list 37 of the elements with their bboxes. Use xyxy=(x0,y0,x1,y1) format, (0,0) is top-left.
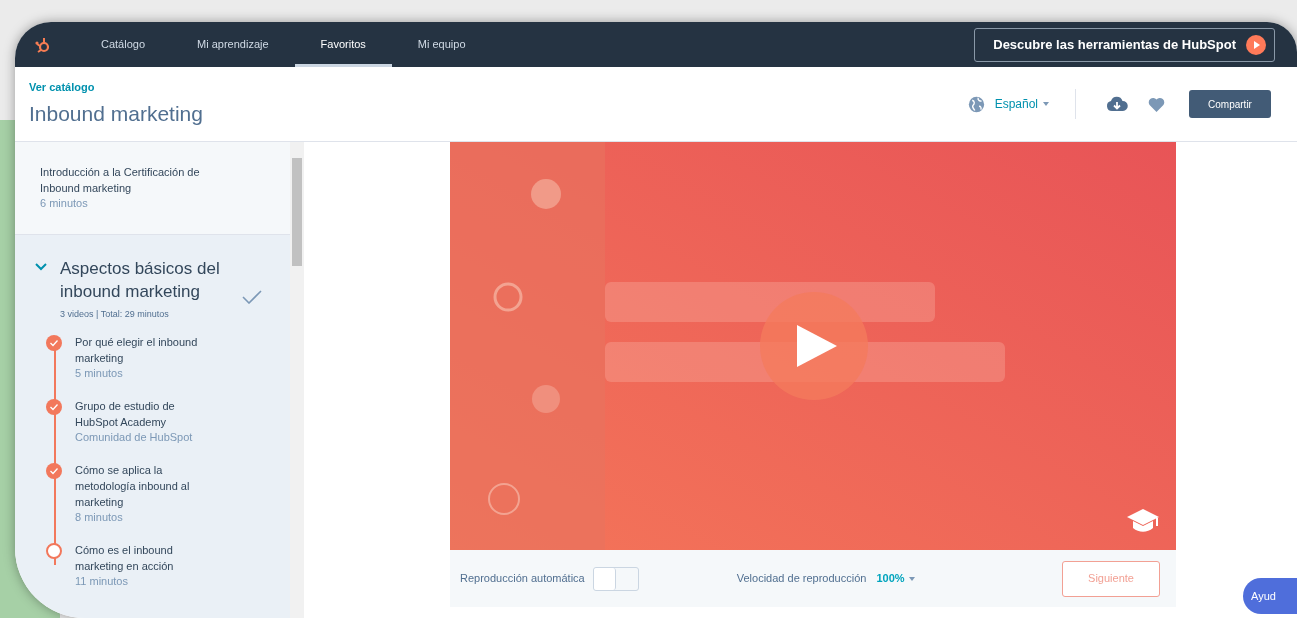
play-icon xyxy=(797,325,837,367)
lesson-duration: 6 minutos xyxy=(40,196,89,211)
section-title[interactable]: Aspectos básicos del inbound marketing xyxy=(60,257,240,303)
breadcrumb-link[interactable]: Ver catálogo xyxy=(29,79,203,96)
lesson-title: Introducción a la Certificación de Inbound marketing xyxy=(40,165,201,196)
lesson-title[interactable]: Cómo se aplica la metodología inbound al marketing xyxy=(75,461,217,510)
lesson-title[interactable]: Por qué elegir el inbound marketing xyxy=(75,333,217,366)
globe-icon xyxy=(967,95,985,113)
share-button[interactable]: Compartir xyxy=(1189,90,1271,118)
speed-label: Velocidad de reproducción xyxy=(736,571,867,587)
caret-icon xyxy=(1043,102,1049,106)
language-dropdown[interactable]: Español xyxy=(994,95,1049,113)
graduation-cap-icon xyxy=(1126,508,1160,534)
lesson-title[interactable]: Grupo de estudio de HubSpot Academy xyxy=(75,397,217,430)
nav-tab[interactable]: Catálogo xyxy=(75,22,172,67)
scrollbar[interactable] xyxy=(290,142,304,618)
lesson-title[interactable]: Cómo es el inbound marketing en acción xyxy=(75,541,217,574)
autoplay-label: Reproducción automática xyxy=(460,571,585,587)
nav-tab[interactable]: Mi equipo xyxy=(391,22,492,67)
cloud-download-icon[interactable] xyxy=(1106,96,1128,112)
lesson-meta: 11 minutos xyxy=(75,573,129,589)
caret-icon xyxy=(908,576,915,581)
lesson-meta: Comunidad de HubSpot xyxy=(75,429,194,445)
lesson-meta: 8 minutos xyxy=(75,509,124,525)
lesson-card[interactable]: Introducción a la Certificación de Inbound marketing 6 minutos xyxy=(15,142,290,235)
heart-icon[interactable] xyxy=(1148,96,1165,112)
page-title: Inbound marketing xyxy=(29,100,203,127)
help-button[interactable]: Ayud xyxy=(1243,578,1297,614)
nav-tab[interactable]: Mi aprendizaje xyxy=(171,22,295,67)
nav-tab[interactable]: Favoritos xyxy=(294,22,392,67)
section-meta: 3 videos | Total: 29 minutos xyxy=(60,308,170,321)
logo-icon xyxy=(35,35,51,54)
chevron-down-icon[interactable] xyxy=(35,263,47,271)
autoplay-toggle[interactable] xyxy=(592,566,639,591)
play-icon xyxy=(1246,34,1266,55)
cta-button[interactable]: Descubre las herramientas de HubSpot xyxy=(974,27,1275,62)
lesson-meta: 5 minutos xyxy=(75,365,124,381)
